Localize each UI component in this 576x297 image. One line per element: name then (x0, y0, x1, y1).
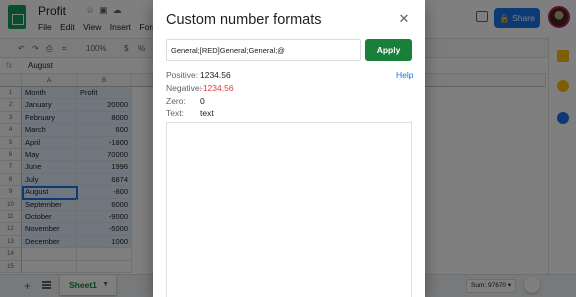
preview-label: Text: (166, 108, 184, 118)
preview-label: Zero: (166, 96, 186, 106)
apply-button[interactable]: Apply (365, 39, 412, 61)
preview-value: -1234.56 (200, 83, 234, 93)
format-input[interactable] (166, 39, 361, 61)
custom-number-formats-dialog: Custom number formats ✕ Apply Help Posit… (153, 0, 425, 297)
dialog-title: Custom number formats (166, 12, 322, 28)
preview-zero: Zero: 0 (166, 96, 205, 106)
format-list[interactable] (166, 122, 412, 297)
preview-label: Positive: (166, 70, 199, 80)
preview-negative: Negative:-1234.56 (166, 83, 234, 93)
preview-text: Text: text (166, 108, 214, 118)
preview-value: 1234.56 (200, 70, 231, 80)
preview-value: 0 (200, 96, 205, 106)
close-icon[interactable]: ✕ (397, 12, 411, 26)
help-link[interactable]: Help (396, 70, 413, 80)
preview-positive: Positive: 1234.56 (166, 70, 231, 80)
preview-value: text (200, 108, 214, 118)
preview-label: Negative: (166, 83, 202, 93)
